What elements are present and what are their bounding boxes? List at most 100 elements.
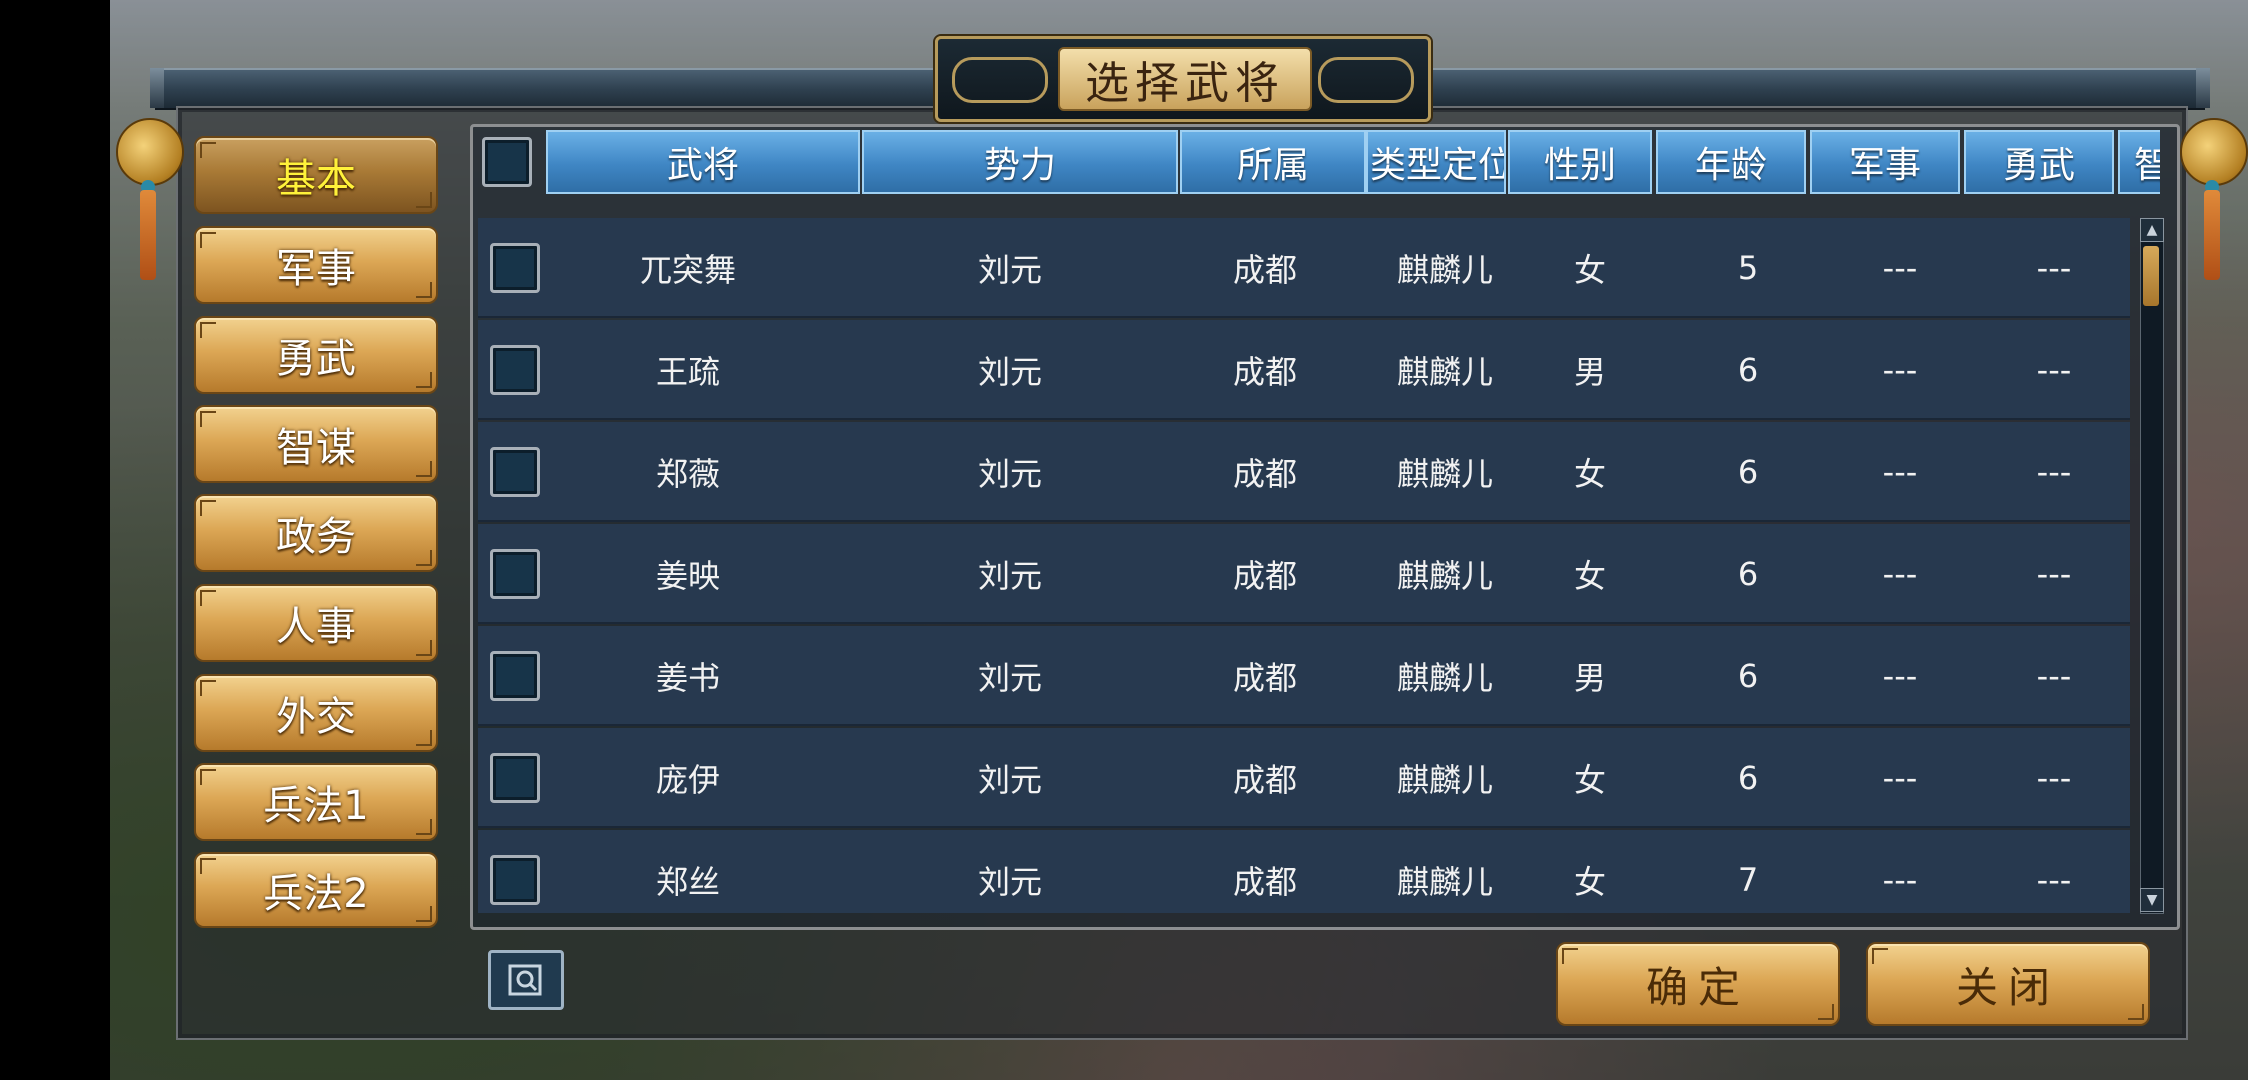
column-header-type[interactable]: 类型定位	[1366, 130, 1506, 194]
magnifier-icon	[508, 964, 542, 996]
table-body: 兀突舞 刘元 成都 麒麟儿 女 5 --- --- 王疏 刘元 成都 麒麟儿 男…	[478, 218, 2130, 913]
cell-age: 5	[1737, 249, 1759, 287]
confirm-label: 确定	[1645, 962, 1750, 1012]
row-checkbox[interactable]	[490, 855, 540, 905]
cell-age: 6	[1737, 759, 1759, 797]
row-checkbox[interactable]	[490, 447, 540, 497]
cell-city: 成都	[1232, 761, 1297, 799]
tab-tactics-1[interactable]: 兵法1	[194, 763, 438, 841]
select-all-checkbox[interactable]	[482, 137, 532, 187]
cell-gender: 男	[1573, 353, 1606, 391]
chevron-up-icon[interactable]: ▲	[2140, 218, 2164, 242]
column-header-military[interactable]: 军事	[1810, 130, 1960, 194]
cloud-ornament-right-icon	[1318, 57, 1414, 103]
cell-city: 成都	[1232, 659, 1297, 697]
cell-age: 7	[1737, 861, 1759, 899]
cell-age: 6	[1737, 657, 1759, 695]
table-row[interactable]: 兀突舞 刘元 成都 麒麟儿 女 5 --- ---	[478, 218, 2130, 318]
cell-military: ---	[1882, 453, 1918, 491]
cell-force: 刘元	[977, 863, 1042, 901]
cell-force: 刘元	[977, 557, 1042, 595]
table-row[interactable]: 姜书 刘元 成都 麒麟儿 男 6 --- ---	[478, 626, 2130, 726]
row-checkbox[interactable]	[490, 651, 540, 701]
table-row[interactable]: 姜映 刘元 成都 麒麟儿 女 6 --- ---	[478, 524, 2130, 624]
cell-gender: 男	[1573, 659, 1606, 697]
tab-label: 人事	[276, 604, 356, 650]
close-label: 关闭	[1955, 962, 2060, 1012]
scrollbar-thumb[interactable]	[2143, 246, 2159, 306]
cell-valor: ---	[2036, 759, 2072, 797]
column-header-intellect[interactable]: 智	[2118, 130, 2160, 194]
cell-valor: ---	[2036, 453, 2072, 491]
tab-label: 军事	[276, 246, 356, 292]
row-checkbox[interactable]	[490, 243, 540, 293]
table-row[interactable]: 郑丝 刘元 成都 麒麟儿 女 7 --- ---	[478, 830, 2130, 913]
cell-gender: 女	[1573, 455, 1606, 493]
tab-valor[interactable]: 勇武	[194, 316, 438, 394]
tab-label: 政务	[276, 514, 356, 560]
cell-city: 成都	[1232, 251, 1297, 289]
column-header-valor[interactable]: 勇武	[1964, 130, 2114, 194]
tab-tactics-2[interactable]: 兵法2	[194, 852, 438, 928]
cell-force: 刘元	[977, 251, 1042, 289]
cell-type: 麒麟儿	[1396, 557, 1493, 595]
cell-type: 麒麟儿	[1396, 863, 1493, 901]
search-button[interactable]	[488, 950, 564, 1010]
row-checkbox[interactable]	[490, 345, 540, 395]
tab-politics[interactable]: 政务	[194, 494, 438, 572]
chevron-down-icon[interactable]: ▼	[2140, 888, 2164, 912]
vertical-scrollbar[interactable]	[2140, 220, 2164, 914]
row-checkbox[interactable]	[490, 753, 540, 803]
cell-military: ---	[1882, 351, 1918, 389]
tab-label: 外交	[276, 694, 356, 740]
column-header-city[interactable]: 所属	[1180, 130, 1366, 194]
tab-label: 兵法2	[263, 871, 369, 917]
column-header-gender[interactable]: 性别	[1508, 130, 1652, 194]
tassel-left	[140, 190, 156, 280]
cell-type: 麒麟儿	[1396, 455, 1493, 493]
cell-officer: 庞伊	[655, 761, 720, 799]
tab-military[interactable]: 军事	[194, 226, 438, 304]
cell-gender: 女	[1573, 863, 1606, 901]
cell-military: ---	[1882, 861, 1918, 899]
row-checkbox[interactable]	[490, 549, 540, 599]
cell-force: 刘元	[977, 455, 1042, 493]
cell-type: 麒麟儿	[1396, 353, 1493, 391]
cell-military: ---	[1882, 657, 1918, 695]
title-plaque: 选择武将	[935, 36, 1431, 122]
tab-basic[interactable]: 基本	[194, 136, 438, 214]
cell-valor: ---	[2036, 657, 2072, 695]
cell-force: 刘元	[977, 761, 1042, 799]
cell-city: 成都	[1232, 863, 1297, 901]
cell-valor: ---	[2036, 555, 2072, 593]
close-button[interactable]: 关闭	[1866, 942, 2150, 1026]
table-row[interactable]: 王疏 刘元 成都 麒麟儿 男 6 --- ---	[478, 320, 2130, 420]
rod-end-right	[2196, 68, 2210, 108]
cell-valor: ---	[2036, 351, 2072, 389]
cell-valor: ---	[2036, 249, 2072, 287]
rod-end-left	[150, 68, 164, 108]
cell-type: 麒麟儿	[1396, 251, 1493, 289]
table-row[interactable]: 郑薇 刘元 成都 麒麟儿 女 6 --- ---	[478, 422, 2130, 522]
cell-military: ---	[1882, 759, 1918, 797]
cell-officer: 兀突舞	[639, 251, 736, 289]
cloud-ornament-left-icon	[952, 57, 1048, 103]
column-header-force[interactable]: 势力	[862, 130, 1178, 194]
cell-officer: 姜映	[655, 557, 720, 595]
cell-military: ---	[1882, 249, 1918, 287]
tassel-right	[2204, 190, 2220, 280]
cell-officer: 姜书	[655, 659, 720, 697]
column-header-officer[interactable]: 武将	[546, 130, 860, 194]
left-letterbox	[0, 0, 110, 1080]
column-header-age[interactable]: 年龄	[1656, 130, 1806, 194]
tab-diplomacy[interactable]: 外交	[194, 674, 438, 752]
cell-city: 成都	[1232, 455, 1297, 493]
confirm-button[interactable]: 确定	[1556, 942, 1840, 1026]
table-row[interactable]: 庞伊 刘元 成都 麒麟儿 女 6 --- ---	[478, 728, 2130, 828]
tab-personnel[interactable]: 人事	[194, 584, 438, 662]
cell-officer: 王疏	[655, 353, 720, 391]
tab-strategy[interactable]: 智谋	[194, 405, 438, 483]
cell-valor: ---	[2036, 861, 2072, 899]
tab-label: 基本	[276, 156, 356, 202]
cell-age: 6	[1737, 555, 1759, 593]
